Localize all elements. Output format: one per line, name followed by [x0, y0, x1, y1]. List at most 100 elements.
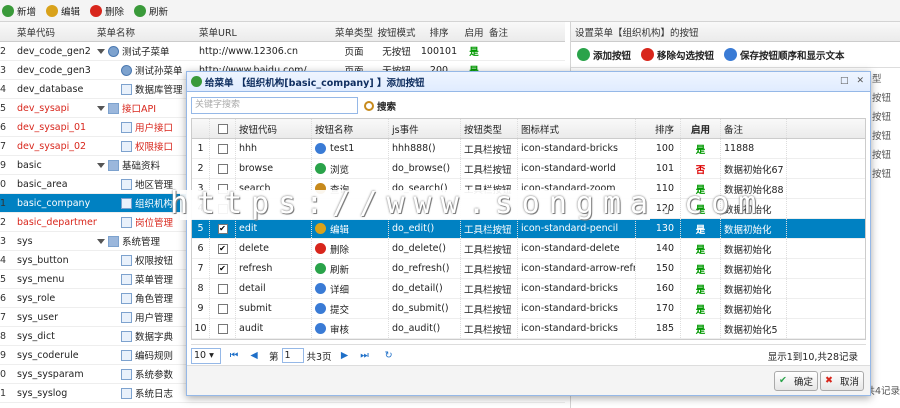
column-header[interactable]: 按钮模式: [374, 25, 419, 39]
row-checkbox[interactable]: [217, 303, 228, 314]
column-header[interactable]: 按钮代码: [236, 119, 312, 138]
page-number-input[interactable]: 1: [281, 348, 304, 363]
button-type: 工具栏按钮: [461, 279, 518, 298]
table-row[interactable]: 2 dev_code_gen2 测试子菜单 http://www.12306.cn 页面…: [0, 42, 565, 61]
expand-arrow-icon[interactable]: [97, 105, 105, 111]
menu-name: 角色管理: [135, 294, 174, 305]
add-button[interactable]: 新增: [2, 4, 36, 18]
column-header[interactable]: 菜单名称: [97, 25, 197, 39]
column-header[interactable]: 启用: [681, 119, 721, 138]
last-page-icon[interactable]: ⏭: [358, 350, 372, 361]
row-checkbox[interactable]: ✔: [217, 263, 228, 274]
pencil-icon: [46, 4, 59, 17]
menu-code: sys: [17, 235, 33, 247]
button-js: do_refresh(): [389, 259, 461, 278]
edit-button[interactable]: 编辑: [46, 4, 80, 18]
table-row[interactable]: 6 ✔ delete 删除 do_delete() 工具栏按钮 icon-standard-…: [192, 239, 865, 259]
reload-icon[interactable]: ↻: [382, 350, 396, 361]
menu-name-cell: 测试孙菜单: [97, 63, 197, 77]
button-icon: icon-standard-arrow-refre: [518, 259, 636, 278]
dialog-title-bar: 给菜单 【组织机构[basic_company] 】添加按钮 □ ✕: [187, 72, 870, 92]
column-header[interactable]: 备注: [721, 119, 787, 138]
first-page-icon[interactable]: ⏮: [227, 350, 241, 361]
table-row[interactable]: 7 ✔ refresh 刷新 do_refresh() 工具栏按钮 icon-standar…: [192, 259, 865, 279]
column-header[interactable]: 菜单URL: [197, 25, 334, 39]
menu-sort: 100101: [420, 45, 458, 57]
button-icon: icon-standard-pencil: [518, 219, 636, 238]
button-name-cell: 刷新: [312, 259, 389, 278]
row-checkbox[interactable]: ✔: [217, 223, 228, 234]
column-header[interactable]: 菜单代码: [14, 25, 97, 39]
column-header[interactable]: 图标样式: [518, 119, 636, 138]
button-icon: icon-standard-bricks: [518, 299, 636, 318]
table-row[interactable]: 9 submit 提交 do_submit() 工具栏按钮 icon-standard-b…: [192, 299, 865, 319]
table-row[interactable]: 8 detail 详细 do_detail() 工具栏按钮 icon-standard-b…: [192, 279, 865, 299]
add-button-button[interactable]: 添加按钮: [577, 48, 631, 62]
maximize-icon[interactable]: □: [840, 76, 849, 86]
button-name: 提交: [330, 304, 350, 316]
column-header[interactable]: 按钮名称: [312, 119, 389, 138]
row-checkbox[interactable]: ✔: [217, 243, 228, 254]
button-sort: 140: [636, 239, 681, 258]
delete-icon: [90, 4, 103, 17]
row-number: 1: [0, 387, 7, 399]
page-icon: [121, 178, 132, 190]
close-icon[interactable]: ✕: [856, 76, 864, 86]
page-icon: [121, 387, 132, 399]
refresh-button[interactable]: 刷新: [134, 4, 168, 18]
row-number: 7: [0, 311, 7, 323]
button-name: 编辑: [330, 224, 350, 236]
menu-name-cell: 接口API: [97, 101, 197, 115]
delete-button[interactable]: 删除: [90, 4, 124, 18]
row-checkbox[interactable]: [217, 323, 228, 334]
row-number: 7: [0, 140, 7, 152]
table-row[interactable]: 2 browse 浏览 do_browse() 工具栏按钮 icon-standard-w…: [192, 159, 865, 179]
cancel-button-label: 取消: [839, 377, 859, 388]
dialog-footer: ✔ 确定 ✖ 取消: [187, 365, 870, 395]
column-header[interactable]: js事件: [389, 119, 461, 138]
menu-name: 组织机构: [135, 199, 174, 210]
prev-page-icon[interactable]: ◀: [247, 350, 261, 361]
page-icon: [121, 254, 132, 266]
column-header[interactable]: 备注: [489, 25, 529, 39]
button-icon: icon-standard-world: [518, 159, 636, 178]
column-header[interactable]: 排序: [419, 25, 459, 39]
expand-arrow-icon[interactable]: [97, 238, 105, 244]
table-row[interactable]: 10 audit 审核 do_audit() 工具栏按钮 icon-standard-br…: [192, 319, 865, 339]
row-checkbox[interactable]: [217, 163, 228, 174]
next-page-icon[interactable]: ▶: [338, 350, 352, 361]
toolbar-button-label: 删除: [105, 6, 125, 18]
menu-name: 测试孙菜单: [135, 66, 183, 77]
save-order-button[interactable]: 保存按钮顺序和显示文本: [724, 48, 845, 62]
table-row[interactable]: 5 ✔ edit 编辑 do_edit() 工具栏按钮 icon-standard-penc…: [192, 219, 865, 239]
search-input[interactable]: 关键字搜索: [191, 97, 358, 114]
page-size-select[interactable]: 10 ▾: [191, 347, 221, 364]
expand-arrow-icon[interactable]: [97, 162, 105, 168]
menu-code: sys_button: [17, 254, 69, 266]
select-all-checkbox[interactable]: [217, 123, 228, 134]
button-name-cell: 详细: [312, 279, 389, 298]
table-row[interactable]: 1 hhh test1 hhh888() 工具栏按钮 icon-standard-bric…: [192, 139, 865, 159]
expand-arrow-icon[interactable]: [97, 48, 105, 54]
remove-checked-button[interactable]: 移除勾选按钮: [641, 48, 714, 62]
row-checkbox[interactable]: [217, 283, 228, 294]
cancel-button[interactable]: ✖ 取消: [819, 371, 864, 391]
menu-code: dev_sysapi: [17, 102, 70, 114]
menu-name: 权限按钮: [135, 256, 174, 267]
search-button[interactable]: 搜索: [364, 99, 396, 113]
button-icon: icon-standard-delete: [518, 239, 636, 258]
ok-button[interactable]: ✔ 确定: [773, 371, 818, 391]
checkbox-cell: ✔: [210, 219, 236, 238]
page-icon: [121, 349, 132, 361]
checkbox-cell: [210, 299, 236, 318]
column-header[interactable]: 按钮类型: [461, 119, 518, 138]
row-checkbox[interactable]: [217, 143, 228, 154]
menu-code: dev_database: [17, 83, 84, 95]
column-header[interactable]: 菜单类型: [334, 25, 374, 39]
menu-name: 地区管理: [135, 180, 174, 191]
menu-name: 编码规则: [135, 351, 174, 362]
column-header[interactable]: 启用: [459, 25, 489, 39]
row-number: 4: [0, 254, 7, 266]
column-header[interactable]: 排序: [636, 119, 681, 138]
button-note: 数据初始化: [721, 299, 787, 318]
